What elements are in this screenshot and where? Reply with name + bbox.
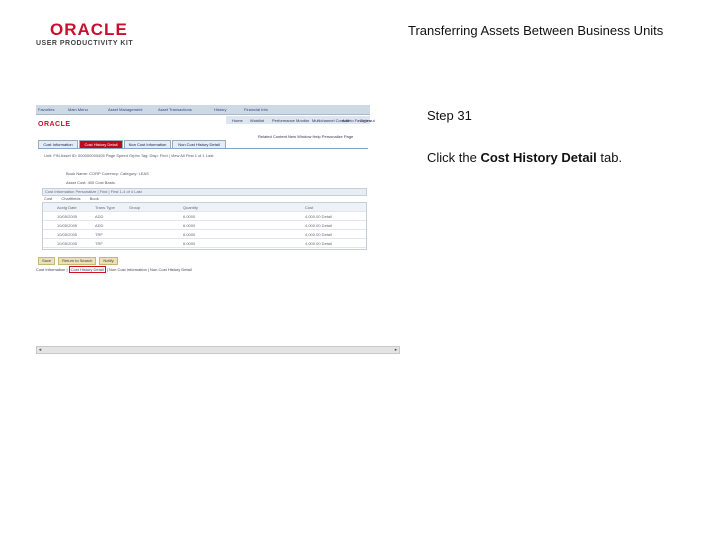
page-tabs: Cost Information Cost History Detail Non… bbox=[38, 140, 368, 149]
step-label: Step 31 bbox=[427, 108, 472, 123]
shot-logo: ORACLE bbox=[38, 121, 71, 128]
instruction-suffix: tab. bbox=[596, 150, 623, 165]
bottom-link-after[interactable]: | Non Cost Information | Non Cost Histor… bbox=[106, 267, 192, 272]
logo-brand: ORACLE bbox=[50, 20, 128, 39]
cell: 6.0000 bbox=[183, 241, 196, 246]
horizontal-scrollbar[interactable]: ◂ ▸ bbox=[36, 346, 400, 354]
top-menu: Home Worklist Performance Monitor Multic… bbox=[226, 116, 375, 124]
cell: 10/05/2005 bbox=[57, 241, 78, 246]
cell[interactable]: 4,000.00 Detail bbox=[305, 214, 332, 219]
oracle-upk-logo: ORACLE USER PRODUCTIVITY KIT bbox=[36, 20, 134, 47]
instruction-prefix: Click the bbox=[427, 150, 481, 165]
grid-tab-book[interactable]: Book bbox=[90, 196, 99, 201]
cell: TRF bbox=[95, 232, 103, 237]
cell: ADD bbox=[95, 223, 104, 228]
scroll-right-icon[interactable]: ▸ bbox=[393, 347, 399, 353]
topmenu-item[interactable]: Home bbox=[232, 118, 243, 123]
tab-cost-history-detail[interactable]: Cost History Detail bbox=[79, 140, 123, 148]
table-row: 10/05/2005 ADD 6.0000 4,000.00 Detail bbox=[43, 221, 366, 230]
cell: 10/05/2005 bbox=[57, 232, 78, 237]
table-row: 10/05/2005 TRF 6.0000 4,000.00 Detail bbox=[43, 230, 366, 239]
bottom-link-cost-history-detail[interactable]: Cost History Detail bbox=[68, 266, 106, 273]
column-header: Acctg Date bbox=[57, 205, 77, 210]
bottom-link-before[interactable]: Cost Information | bbox=[36, 267, 69, 272]
topmenu-item[interactable]: Sign out bbox=[360, 118, 375, 123]
cell[interactable]: 4,000.00 Detail bbox=[305, 232, 332, 237]
header-row: Asset Cost: 400 Cost Basis: bbox=[66, 180, 116, 185]
button-bar: Save Return to Search Notify bbox=[38, 257, 121, 265]
notify-button[interactable]: Notify bbox=[99, 257, 118, 265]
application-screenshot: Favorites Main Menu Asset Management Ass… bbox=[36, 105, 375, 275]
bottom-page-links: Cost Information | Cost History Detail |… bbox=[36, 266, 192, 273]
grid-tab-cost[interactable]: Cost bbox=[44, 196, 52, 201]
topmenu-item[interactable]: Worklist bbox=[250, 118, 264, 123]
header-row: Book Name: CORP Currency: Category: LEAS bbox=[66, 171, 149, 176]
column-header: Trans Type bbox=[95, 205, 115, 210]
tab-cost-information[interactable]: Cost Information bbox=[38, 140, 78, 148]
column-header: Quantity bbox=[183, 205, 198, 210]
cell: 6.0000 bbox=[183, 214, 196, 219]
topmenu-item[interactable]: Performance Monitor bbox=[272, 118, 309, 123]
nav-item[interactable]: Favorites bbox=[38, 107, 54, 112]
scroll-left-icon[interactable]: ◂ bbox=[37, 347, 43, 353]
tab-non-cost-history-detail[interactable]: Non Cost History Detail bbox=[172, 140, 226, 148]
table-row: 10/05/2005 ADD 6.0000 4,000.00 Detail bbox=[43, 212, 366, 221]
page-links[interactable]: Related Content New Window Help Personal… bbox=[258, 134, 353, 139]
return-to-search-button[interactable]: Return to Search bbox=[58, 257, 97, 265]
grid-title: Cost Information Personalize | Find | Fi… bbox=[45, 189, 142, 194]
cell: 6.0000 bbox=[183, 223, 196, 228]
column-header: Group bbox=[129, 205, 141, 210]
tab-non-cost-information[interactable]: Non Cost Information bbox=[124, 140, 171, 148]
cost-grid: Acctg Date Trans Type Group Quantity Cos… bbox=[42, 202, 367, 250]
breadcrumb-nav: Favorites Main Menu Asset Management Ass… bbox=[36, 105, 370, 115]
nav-item[interactable]: Asset Transactions bbox=[158, 107, 192, 112]
cell: 10/05/2005 bbox=[57, 214, 78, 219]
cell: TRF bbox=[95, 241, 103, 246]
logo-product: USER PRODUCTIVITY KIT bbox=[36, 40, 134, 47]
instruction-target: Cost History Detail bbox=[480, 150, 597, 165]
cell[interactable]: 4,000.00 Detail bbox=[305, 223, 332, 228]
page-title: Transferring Assets Between Business Uni… bbox=[408, 23, 664, 38]
nav-item[interactable]: Main Menu bbox=[68, 107, 88, 112]
header-row: Unit: FIN Asset ID: 000000000405 Page Sp… bbox=[44, 153, 214, 158]
grid-header: Cost Information Personalize | Find | Fi… bbox=[42, 188, 367, 196]
cell: 6.0000 bbox=[183, 232, 196, 237]
grid-columns: Acctg Date Trans Type Group Quantity Cos… bbox=[43, 203, 366, 212]
nav-item[interactable]: Asset Management bbox=[108, 107, 142, 112]
cell[interactable]: 4,000.00 Detail bbox=[305, 241, 332, 246]
nav-item[interactable]: Financial Info bbox=[244, 107, 268, 112]
column-header: Cost bbox=[305, 205, 314, 210]
table-row: 10/05/2005 TRF 6.0000 4,000.00 Detail bbox=[43, 239, 366, 248]
grid-tab-chartfields[interactable]: Chartfields bbox=[61, 196, 80, 201]
cell: 10/05/2005 bbox=[57, 223, 78, 228]
save-button[interactable]: Save bbox=[38, 257, 56, 265]
step-instruction: Click the Cost History Detail tab. bbox=[427, 150, 622, 165]
grid-tabs: Cost Chartfields Book bbox=[44, 196, 99, 201]
nav-item[interactable]: History bbox=[214, 107, 226, 112]
cell: ADD bbox=[95, 214, 104, 219]
